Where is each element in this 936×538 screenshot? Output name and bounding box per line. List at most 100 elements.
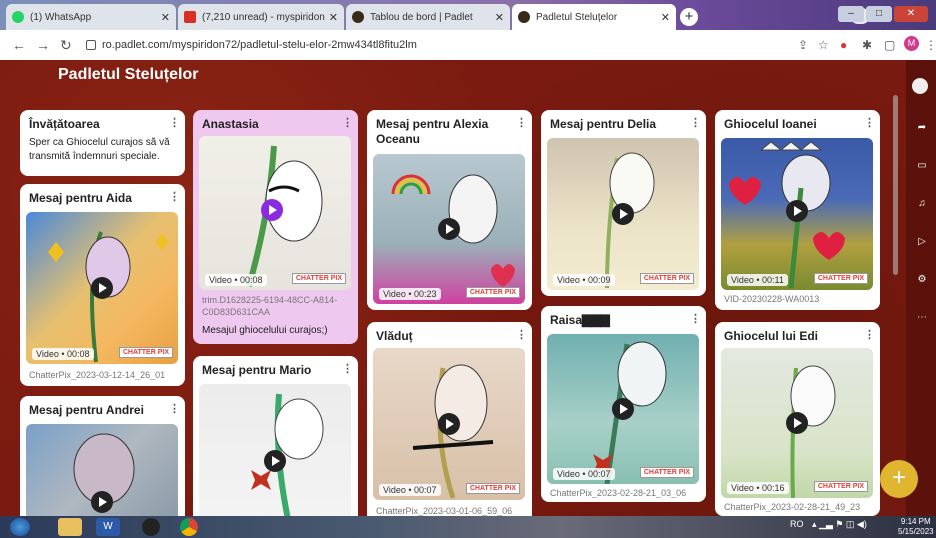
more-icon[interactable]: ⋮ (516, 328, 527, 341)
video-duration: Video • 00:07 (379, 484, 441, 496)
video-thumbnail[interactable]: Video • 00:23 CHATTER PIX (373, 154, 525, 304)
video-thumbnail[interactable]: Video • 00:08 CHATTER PIX (199, 136, 351, 290)
close-tab-icon[interactable]: ✕ (661, 11, 670, 24)
post-card[interactable]: Ghiocelul Ioanei ⋮ Video • 00:11 CHATTER… (715, 110, 880, 310)
play-icon[interactable]: ▷ (916, 236, 928, 248)
post-card[interactable]: Ghiocelul lui Edi ⋮ Video • 00:16 CHATTE… (715, 322, 880, 516)
video-thumbnail[interactable]: Video • 00:07 CHATTER PIX (373, 348, 525, 500)
bell-icon[interactable]: ♫ (916, 198, 928, 210)
tab-padlet-dashboard[interactable]: Tablou de bord | Padlet ✕ (346, 4, 510, 30)
play-icon[interactable] (612, 203, 634, 225)
explorer-icon[interactable] (58, 518, 82, 536)
more-icon[interactable]: ⋯ (916, 312, 928, 324)
play-icon[interactable] (786, 412, 808, 434)
post-card[interactable]: Mesaj pentru Mario ⋮ (193, 356, 358, 516)
more-icon[interactable]: ⋮ (690, 116, 701, 129)
more-icon[interactable]: ⋮ (690, 312, 701, 325)
play-icon[interactable] (438, 413, 460, 435)
video-thumbnail[interactable]: Video • 00:07 CHATTER PIX (547, 334, 699, 484)
more-icon[interactable]: ⋮ (169, 190, 180, 203)
post-body: Mesajul ghiocelului curajos;) (202, 325, 328, 336)
post-title: Mesaj pentru Mario (202, 363, 312, 377)
post-body: Sper ca Ghiocelul curajos să vă transmit… (29, 137, 170, 162)
app-icon[interactable] (142, 518, 160, 536)
word-icon[interactable]: W (96, 518, 120, 536)
post-card[interactable]: Mesaj pentru Delia ⋮ Video • 00:09 CHATT… (541, 110, 706, 296)
chrome-icon[interactable] (180, 518, 198, 536)
chatterpix-badge: CHATTER PIX (813, 481, 868, 492)
user-avatar[interactable] (912, 78, 928, 94)
post-card[interactable]: Mesaj pentru Aida ⋮ Video • 00:08 CHATTE… (20, 184, 185, 386)
play-icon[interactable] (786, 199, 808, 222)
address-bar[interactable]: ro.padlet.com/myspiridon72/padletul-stel… (86, 35, 786, 55)
padlet-icon (518, 11, 530, 23)
windows-taskbar: W RO ▴ ▁▃ ⚑ ◫ ◀) 9:14 PM 5/15/2023 (0, 516, 936, 538)
post-title: Anastasia (202, 117, 259, 131)
video-thumbnail[interactable] (26, 424, 178, 516)
more-icon[interactable]: ⋮ (516, 116, 527, 129)
play-icon[interactable] (438, 218, 460, 240)
tab-padletul-stelutelor[interactable]: Padletul Steluțelor ✕ (512, 4, 676, 30)
post-title: Mesaj pentru Aida (29, 191, 132, 205)
close-tab-icon[interactable]: ✕ (329, 11, 338, 24)
sidepanel-icon[interactable]: ▢ (884, 38, 895, 52)
play-icon[interactable] (260, 198, 283, 221)
maximize-button[interactable]: □ (866, 6, 892, 22)
play-icon[interactable] (91, 277, 113, 299)
extensions-icon[interactable]: ✱ (862, 38, 872, 52)
more-icon[interactable]: ⋮ (864, 116, 875, 129)
extension-icon[interactable]: ● (840, 38, 847, 52)
post-card[interactable]: Raisa▇▇▇ ⋮ Video • 00:07 CHATTER PIX Cha… (541, 306, 706, 502)
share-icon[interactable]: ⇪ (798, 38, 808, 52)
more-icon[interactable]: ⋮ (169, 402, 180, 415)
post-title: Ghiocelul lui Edi (724, 329, 819, 343)
video-thumbnail[interactable] (199, 384, 351, 516)
chatterpix-badge: CHATTER PIX (118, 347, 173, 358)
star-icon[interactable]: ☆ (818, 38, 829, 52)
post-card[interactable]: Anastasia ⋮ Video • 00:08 CHATTER PIX tr… (193, 110, 358, 344)
video-duration: Video • 00:09 (553, 274, 615, 286)
video-duration: Video • 00:11 (727, 274, 788, 286)
gear-icon[interactable]: ⚙ (916, 274, 928, 286)
close-tab-icon[interactable]: ✕ (495, 11, 504, 24)
time: 9:14 PM (900, 517, 931, 526)
chatterpix-badge: CHATTER PIX (465, 483, 520, 494)
profile-avatar[interactable]: M (904, 36, 919, 51)
video-thumbnail[interactable]: Video • 00:11 CHATTER PIX (721, 138, 873, 290)
play-icon[interactable] (91, 491, 113, 513)
more-icon[interactable]: ⋮ (342, 362, 353, 375)
new-tab-button[interactable]: + (680, 8, 698, 26)
post-card[interactable]: Mesaj pentru Andrei ⋮ (20, 396, 185, 516)
play-icon[interactable] (264, 450, 286, 472)
more-icon[interactable]: ⋮ (864, 328, 875, 341)
share-icon[interactable]: ➦ (916, 122, 928, 134)
scrollbar[interactable] (893, 95, 898, 275)
forward-icon[interactable]: → (36, 37, 50, 53)
reload-icon[interactable]: ↻ (60, 37, 72, 54)
post-card[interactable]: Învățătoarea ⋮ Sper ca Ghiocelul curajos… (20, 110, 185, 176)
chatterpix-badge: CHATTER PIX (465, 287, 520, 298)
slideshow-icon[interactable]: ▭ (916, 160, 928, 172)
play-icon[interactable] (612, 398, 634, 420)
tray-icons[interactable]: ▴ ▁▃ ⚑ ◫ ◀) (812, 519, 867, 530)
language-indicator[interactable]: RO (790, 519, 804, 529)
video-duration: Video • 00:16 (727, 482, 789, 494)
close-tab-icon[interactable]: ✕ (161, 11, 170, 24)
menu-icon[interactable]: ⋮ (925, 38, 936, 52)
video-thumbnail[interactable]: Video • 00:08 CHATTER PIX (26, 212, 178, 364)
back-icon[interactable]: ← (12, 37, 26, 53)
video-thumbnail[interactable]: Video • 00:09 CHATTER PIX (547, 138, 699, 290)
start-button[interactable] (10, 518, 30, 536)
tab-whatsapp[interactable]: (1) WhatsApp ✕ (6, 4, 176, 30)
post-card[interactable]: Vlăduț ⋮ Video • 00:07 CHATTER PIX Chatt… (367, 322, 532, 516)
minimize-button[interactable]: – (838, 6, 864, 22)
tab-gmail[interactable]: (7,210 unread) - myspiridon72@ ✕ (178, 4, 344, 30)
video-thumbnail[interactable]: Video • 00:16 CHATTER PIX (721, 348, 873, 498)
close-button[interactable]: ✕ (894, 6, 928, 22)
post-card[interactable]: Mesaj pentru Alexia Oceanu ⋮ Video • 00:… (367, 110, 532, 310)
whatsapp-icon (12, 11, 24, 23)
more-icon[interactable]: ⋮ (169, 116, 180, 129)
clock[interactable]: 9:14 PM 5/15/2023 (898, 517, 934, 537)
add-post-button[interactable]: + (880, 460, 918, 498)
more-icon[interactable]: ⋮ (342, 116, 353, 129)
